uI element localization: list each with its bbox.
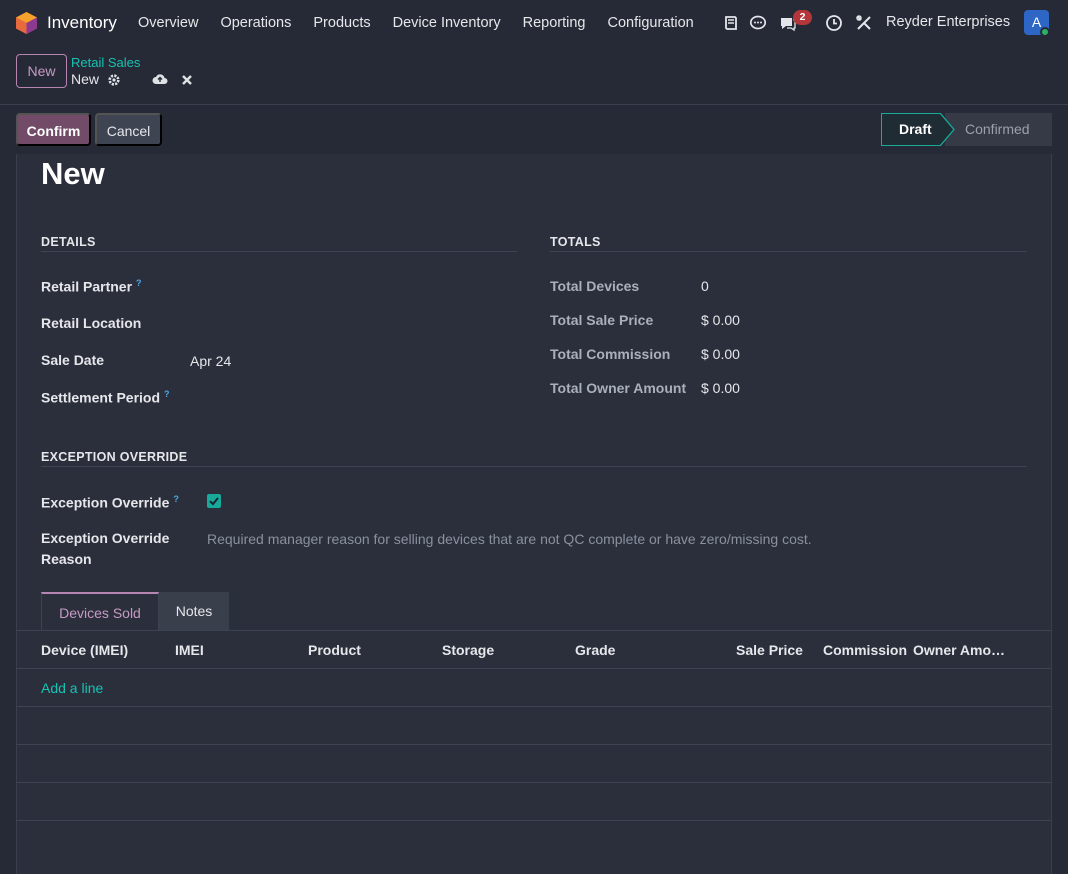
settlement-period-input[interactable] <box>190 387 510 409</box>
main-menu: Overview Operations Products Device Inve… <box>127 0 705 46</box>
total-sale-price-label: Total Sale Price <box>550 312 654 328</box>
totals-rule <box>550 251 1027 252</box>
exception-rule <box>41 466 1027 467</box>
column-device-imei[interactable]: Device (IMEI) <box>41 642 128 658</box>
exception-override-checkbox[interactable] <box>207 494 221 508</box>
checkmark-icon <box>209 497 219 506</box>
discard-close-icon[interactable] <box>180 73 194 87</box>
table-row-rule <box>17 744 1051 745</box>
total-owner-amount-label: Total Owner Amount <box>550 380 687 396</box>
total-commission-value: $ 0.00 <box>701 346 740 362</box>
table-row-rule <box>17 782 1051 783</box>
menu-overview[interactable]: Overview <box>127 0 209 46</box>
total-owner-amount-value: $ 0.00 <box>701 380 740 396</box>
totals-heading: TOTALS <box>550 235 601 249</box>
column-commission[interactable]: Commission <box>823 642 907 658</box>
retail-partner-input[interactable] <box>190 276 510 298</box>
exception-override-heading: EXCEPTION OVERRIDE <box>41 450 188 464</box>
table-row-rule <box>17 820 1051 821</box>
gear-icon[interactable] <box>107 73 121 87</box>
menu-reporting[interactable]: Reporting <box>512 0 597 46</box>
table-header-rule <box>17 668 1051 669</box>
retail-partner-label: Retail Partner? <box>41 278 142 295</box>
sale-date-label: Sale Date <box>41 352 105 368</box>
menu-configuration[interactable]: Configuration <box>596 0 704 46</box>
total-sale-price-value: $ 0.00 <box>701 312 740 328</box>
exception-override-reason-label-line2: Reason <box>41 551 92 567</box>
column-imei[interactable]: IMEI <box>175 642 204 658</box>
retail-location-input[interactable] <box>190 313 510 335</box>
save-cloud-upload-icon[interactable] <box>152 72 168 86</box>
column-sale-price[interactable]: Sale Price <box>736 642 803 658</box>
exception-override-reason-label: Exception Override <box>41 530 170 546</box>
record-title[interactable]: New <box>41 156 105 192</box>
new-record-button[interactable]: New <box>16 54 67 88</box>
messages-count-badge: 2 <box>793 10 812 25</box>
details-rule <box>41 251 517 252</box>
menu-operations[interactable]: Operations <box>209 0 302 46</box>
breadcrumb-retail-sales[interactable]: Retail Sales <box>71 55 140 70</box>
form-sheet <box>16 154 1052 874</box>
tab-devices-sold[interactable]: Devices Sold <box>41 592 159 630</box>
menu-device-inventory[interactable]: Device Inventory <box>382 0 512 46</box>
exception-override-label: Exception Override? <box>41 494 179 511</box>
total-commission-label: Total Commission <box>550 346 671 362</box>
online-status-indicator <box>1040 27 1050 37</box>
settlement-period-label: Settlement Period? <box>41 389 170 406</box>
documentation-book-icon[interactable] <box>722 14 740 32</box>
exception-override-reason-input[interactable]: Required manager reason for selling devi… <box>207 531 812 547</box>
stage-draft[interactable]: Draft <box>881 113 941 146</box>
sale-date-input[interactable]: Apr 24 <box>190 353 231 369</box>
app-name[interactable]: Inventory <box>47 13 117 33</box>
stage-arrow-shape <box>940 113 955 146</box>
company-switcher[interactable]: Reyder Enterprises <box>886 14 1010 30</box>
add-a-line-link[interactable]: Add a line <box>41 680 103 696</box>
table-row-rule <box>17 706 1051 707</box>
help-tooltip-icon[interactable]: ? <box>173 494 179 504</box>
column-owner-amount[interactable]: Owner Amo… <box>913 642 1005 658</box>
control-panel-divider <box>0 104 1068 105</box>
confirm-button[interactable]: Confirm <box>16 113 91 146</box>
details-heading: DETAILS <box>41 235 96 249</box>
column-product[interactable]: Product <box>308 642 361 658</box>
top-navbar: Inventory Overview Operations Products D… <box>0 0 1068 46</box>
current-record-name: New <box>71 71 100 87</box>
tabs-rule <box>17 630 1051 631</box>
tab-notes[interactable]: Notes <box>159 592 229 630</box>
help-tooltip-icon[interactable]: ? <box>136 278 142 288</box>
cancel-button[interactable]: Cancel <box>95 113 162 146</box>
activity-clock-icon[interactable] <box>825 14 843 32</box>
total-devices-value: 0 <box>701 278 709 294</box>
stage-confirmed[interactable]: Confirmed <box>945 113 1052 146</box>
column-storage[interactable]: Storage <box>442 642 494 658</box>
inventory-app-icon[interactable] <box>16 12 37 34</box>
retail-location-label: Retail Location <box>41 315 142 331</box>
discuss-chat-icon[interactable] <box>749 14 767 32</box>
help-tooltip-icon[interactable]: ? <box>164 389 170 399</box>
menu-products[interactable]: Products <box>302 0 381 46</box>
column-grade[interactable]: Grade <box>575 642 615 658</box>
debug-tools-icon[interactable] <box>855 14 873 32</box>
total-devices-label: Total Devices <box>550 278 640 294</box>
